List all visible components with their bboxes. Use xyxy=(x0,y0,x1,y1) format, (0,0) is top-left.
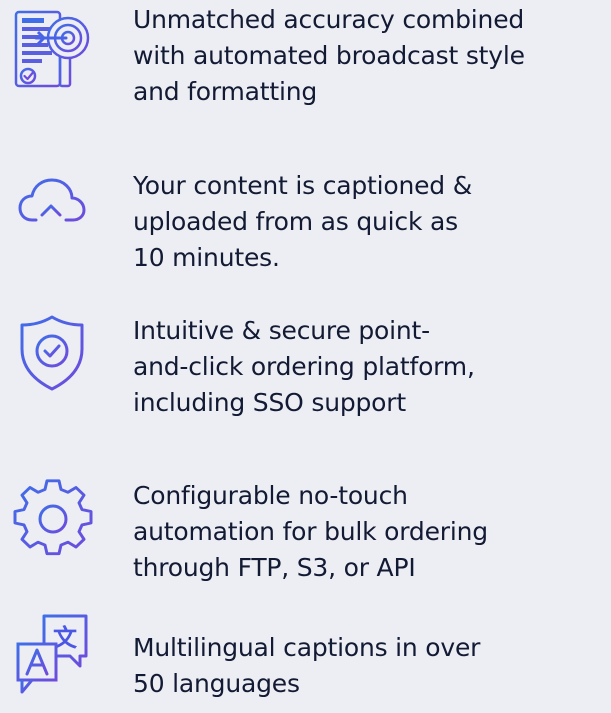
shield-check-icon xyxy=(12,313,94,395)
cloud-upload-icon xyxy=(12,168,94,250)
feature-text: Your content is captioned & uploaded fro… xyxy=(133,171,473,272)
gear-icon xyxy=(12,478,94,560)
feature-list: Unmatched accuracy combined with automat… xyxy=(0,0,611,713)
translate-icon: 文 xyxy=(12,612,94,694)
feature-text: Intuitive & secure point- and-click orde… xyxy=(133,316,475,417)
feature-text: Configurable no-touch automation for bul… xyxy=(133,481,488,582)
target-document-icon xyxy=(12,10,94,92)
feature-text: Unmatched accuracy combined with automat… xyxy=(133,5,525,106)
feature-text: Multilingual captions in over 50 languag… xyxy=(133,633,481,698)
